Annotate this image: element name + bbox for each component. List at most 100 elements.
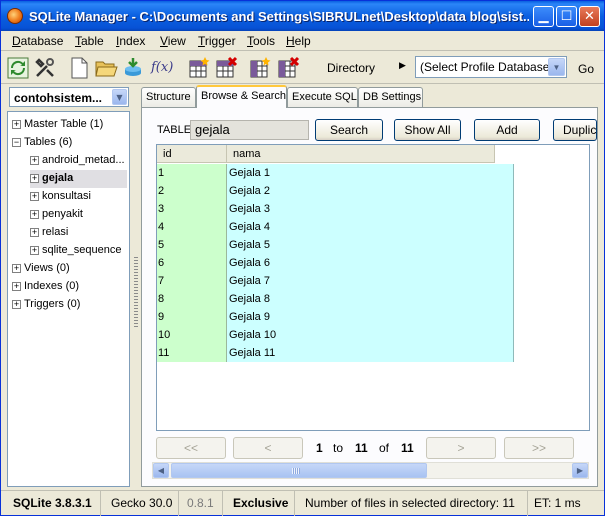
column-header-nama[interactable]: nama — [227, 145, 495, 163]
cell-id[interactable]: 1 — [157, 164, 227, 182]
tree-item-sqlite-sequence[interactable]: + sqlite_sequence — [30, 242, 127, 260]
open-database-button[interactable] — [94, 56, 118, 80]
menu-help[interactable]: Help — [286, 34, 311, 48]
cell-nama[interactable]: Gejala 5 — [227, 236, 514, 254]
expand-icon[interactable]: + — [12, 120, 21, 129]
cell-id[interactable]: 10 — [157, 326, 227, 344]
chevron-down-icon[interactable]: ▼ — [548, 58, 565, 76]
tree-item-gejala[interactable]: + gejala — [30, 170, 127, 188]
expand-icon[interactable]: + — [12, 300, 21, 309]
expand-icon[interactable]: + — [12, 282, 21, 291]
function-button[interactable]: f(x) — [149, 56, 177, 80]
tree-item-tables[interactable]: − Tables (6) — [12, 134, 127, 152]
show-all-button[interactable]: Show All — [394, 119, 461, 141]
expand-icon[interactable]: + — [30, 174, 39, 183]
cell-id[interactable]: 4 — [157, 218, 227, 236]
title-bar[interactable]: SQLite Manager - C:\Documents and Settin… — [1, 1, 604, 31]
prev-page-button[interactable]: < — [233, 437, 303, 459]
pane-splitter[interactable] — [132, 87, 140, 487]
table-row[interactable]: 9 Gejala 9 — [157, 308, 514, 326]
cell-nama[interactable]: Gejala 9 — [227, 308, 514, 326]
cell-nama[interactable]: Gejala 2 — [227, 182, 514, 200]
close-button[interactable]: ✕ — [579, 6, 600, 27]
cell-nama[interactable]: Gejala 11 — [227, 344, 514, 362]
last-page-button[interactable]: >> — [504, 437, 574, 459]
scrollbar-thumb[interactable] — [171, 463, 427, 478]
cell-id[interactable]: 5 — [157, 236, 227, 254]
table-row[interactable]: 7 Gejala 7 — [157, 272, 514, 290]
drop-index-button[interactable] — [276, 56, 300, 80]
chevron-down-icon[interactable]: ▼ — [112, 89, 127, 105]
tree-item-konsultasi[interactable]: + konsultasi — [30, 188, 127, 206]
tab-browse-search[interactable]: Browse & Search — [196, 85, 287, 108]
menu-table[interactable]: Table — [75, 34, 104, 48]
drop-table-button[interactable] — [214, 56, 238, 80]
menu-database[interactable]: Database — [12, 34, 63, 48]
cell-nama[interactable]: Gejala 10 — [227, 326, 514, 344]
tree-item-penyakit[interactable]: + penyakit — [30, 206, 127, 224]
menu-tools[interactable]: Tools — [247, 34, 275, 48]
cell-id[interactable]: 3 — [157, 200, 227, 218]
menu-view[interactable]: View — [160, 34, 186, 48]
cell-id[interactable]: 7 — [157, 272, 227, 290]
duplicate-row-button[interactable]: Duplic — [553, 119, 597, 141]
expand-icon[interactable]: + — [12, 264, 21, 273]
tree-item-master-table[interactable]: + Master Table (1) — [12, 116, 127, 134]
maximize-button[interactable]: ☐ — [556, 6, 577, 27]
search-button[interactable]: Search — [315, 119, 383, 141]
table-row[interactable]: 11 Gejala 11 — [157, 344, 514, 362]
tab-execute-sql[interactable]: Execute SQL — [287, 87, 358, 107]
table-row[interactable]: 5 Gejala 5 — [157, 236, 514, 254]
directory-label[interactable]: Directory — [327, 61, 375, 75]
directory-arrow-icon[interactable]: ▶ — [399, 61, 406, 71]
profile-database-select[interactable]: (Select Profile Database) ▼ — [415, 56, 567, 78]
splitter-grip[interactable] — [134, 257, 138, 327]
table-row[interactable]: 3 Gejala 3 — [157, 200, 514, 218]
next-page-button[interactable]: > — [426, 437, 496, 459]
new-database-button[interactable] — [67, 56, 91, 80]
lock-mode[interactable]: Exclusive — [223, 491, 295, 516]
table-row[interactable]: 6 Gejala 6 — [157, 254, 514, 272]
column-header-id[interactable]: id — [157, 145, 227, 163]
tree-item-android-metadata[interactable]: + android_metad... — [30, 152, 127, 170]
cell-nama[interactable]: Gejala 1 — [227, 164, 514, 182]
table-row[interactable]: 2 Gejala 2 — [157, 182, 514, 200]
database-select[interactable]: contohsistem... ▼ — [9, 87, 129, 107]
expand-icon[interactable]: + — [30, 156, 39, 165]
tab-db-settings[interactable]: DB Settings — [358, 87, 423, 107]
first-page-button[interactable]: << — [156, 437, 226, 459]
export-button[interactable] — [121, 56, 145, 80]
menu-index[interactable]: Index — [116, 34, 145, 48]
table-row[interactable]: 4 Gejala 4 — [157, 218, 514, 236]
settings-button[interactable] — [33, 56, 57, 80]
scroll-left-icon[interactable]: ◀ — [153, 463, 169, 478]
data-grid[interactable]: id nama 1 Gejala 1 2 Gejala 2 3 Gejala 3 4 Geja… — [156, 144, 590, 431]
scroll-right-icon[interactable]: ▶ — [572, 463, 588, 478]
cell-nama[interactable]: Gejala 3 — [227, 200, 514, 218]
add-row-button[interactable]: Add — [474, 119, 540, 141]
expand-icon[interactable]: + — [30, 228, 39, 237]
tree-item-triggers[interactable]: + Triggers (0) — [12, 296, 127, 314]
cell-id[interactable]: 9 — [157, 308, 227, 326]
table-row[interactable]: 1 Gejala 1 — [157, 164, 514, 182]
tree-item-indexes[interactable]: + Indexes (0) — [12, 278, 127, 296]
cell-nama[interactable]: Gejala 4 — [227, 218, 514, 236]
expand-icon[interactable]: + — [30, 192, 39, 201]
cell-id[interactable]: 8 — [157, 290, 227, 308]
cell-id[interactable]: 6 — [157, 254, 227, 272]
tree-item-relasi[interactable]: + relasi — [30, 224, 127, 242]
cell-id[interactable]: 11 — [157, 344, 227, 362]
collapse-icon[interactable]: − — [12, 138, 21, 147]
cell-id[interactable]: 2 — [157, 182, 227, 200]
minimize-button[interactable]: ▁ — [533, 6, 554, 27]
horizontal-scrollbar[interactable]: ◀ ▶ — [152, 462, 589, 479]
expand-icon[interactable]: + — [30, 246, 39, 255]
table-row[interactable]: 8 Gejala 8 — [157, 290, 514, 308]
reconnect-button[interactable] — [6, 56, 30, 80]
tab-structure[interactable]: Structure — [141, 87, 196, 107]
go-button[interactable]: Go — [578, 62, 594, 76]
create-index-button[interactable] — [248, 56, 272, 80]
cell-nama[interactable]: Gejala 7 — [227, 272, 514, 290]
menu-trigger[interactable]: Trigger — [198, 34, 236, 48]
create-table-button[interactable] — [187, 56, 211, 80]
